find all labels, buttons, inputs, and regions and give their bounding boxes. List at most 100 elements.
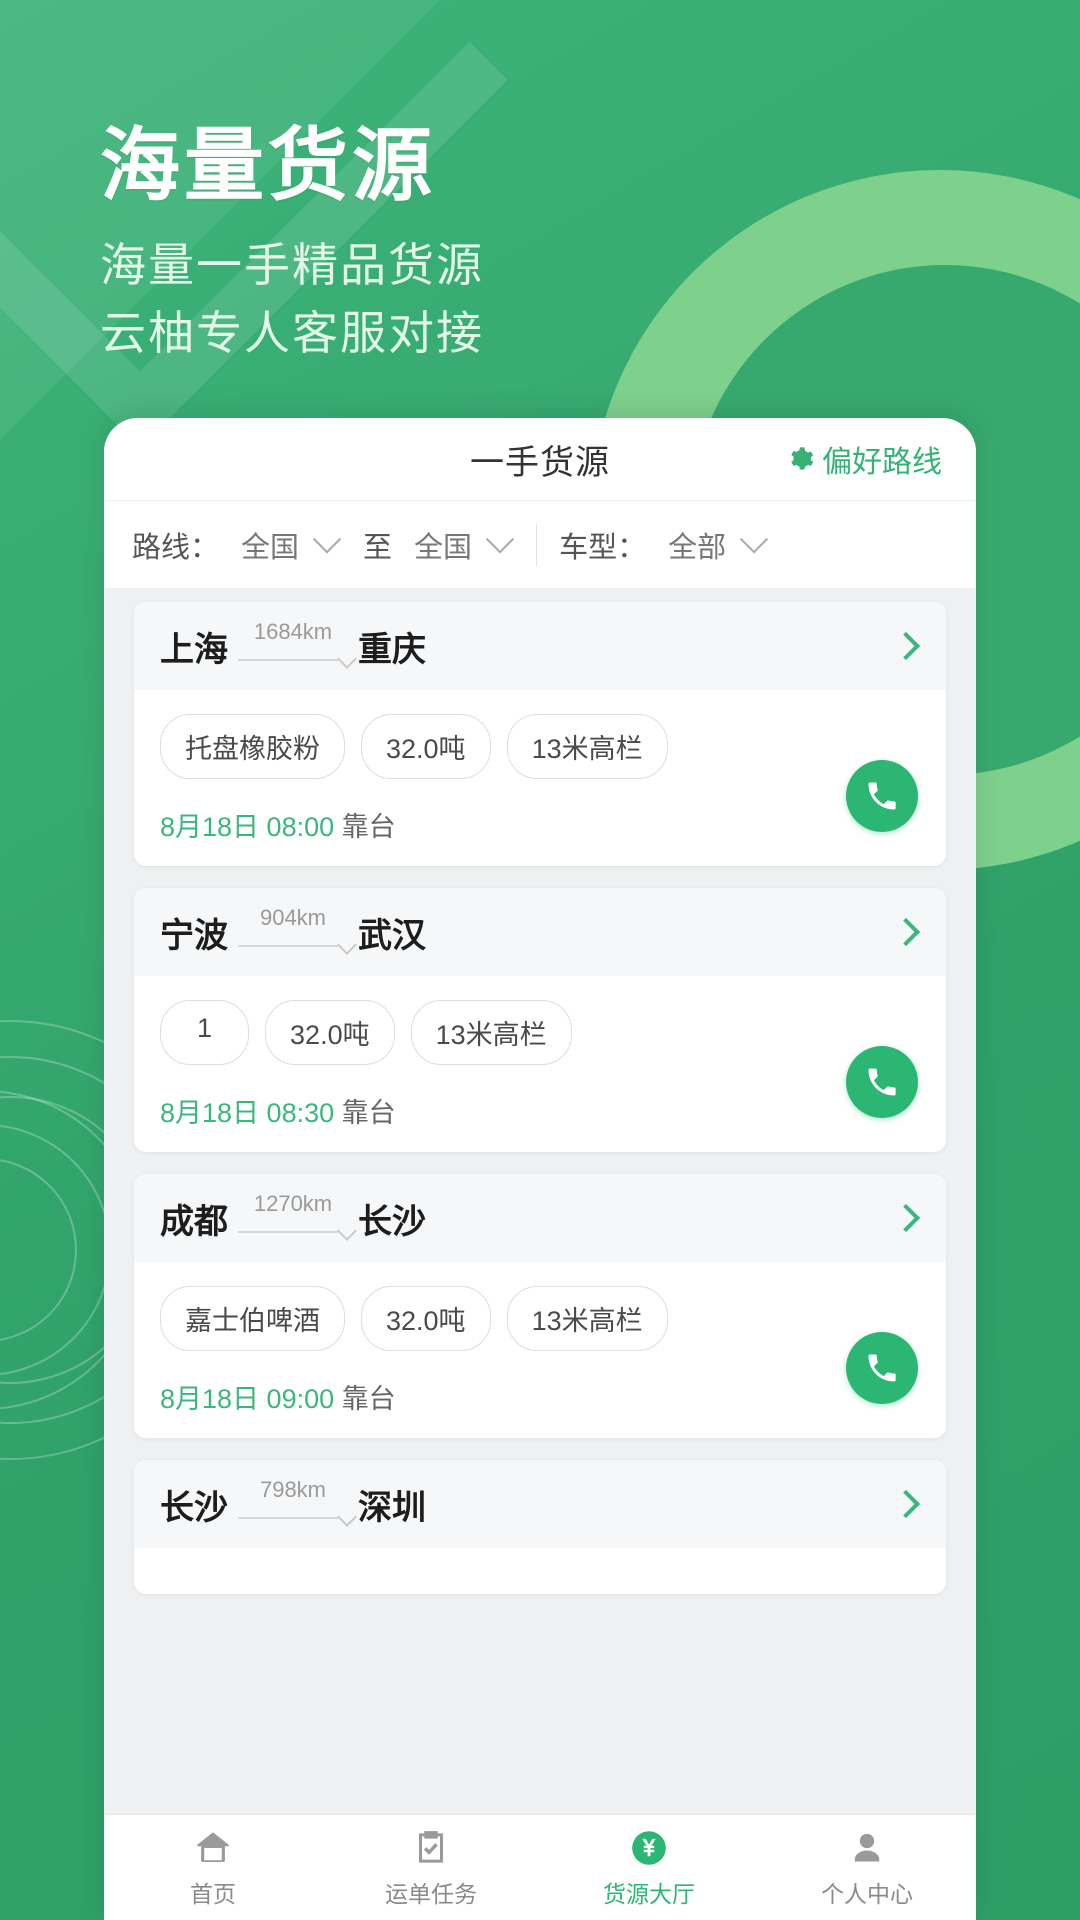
preferred-route-button[interactable]: 偏好路线 (786, 437, 942, 481)
filter-divider (536, 523, 538, 566)
route-filter-label: 路线： (132, 531, 220, 564)
route-line (238, 1231, 338, 1233)
chevron-right-icon[interactable] (891, 631, 921, 661)
cargo-tags: 嘉士伯啤酒 32.0吨 13米高栏 (160, 1286, 920, 1351)
origin-city: 上海 (160, 630, 228, 669)
promo-text-block: 海量货源 海量一手精品货源 云柚专人客服对接 (100, 121, 484, 367)
phone-icon (868, 782, 896, 810)
cargo-time-row: 8月18日 08:00 靠台 (160, 805, 920, 844)
app-header: 一手货源 偏好路线 (104, 418, 976, 500)
origin-city: 长沙 (160, 1488, 228, 1527)
chevron-right-icon[interactable] (891, 1203, 921, 1233)
route-arrow-icon (337, 935, 357, 955)
route-distance-indicator: 798km (234, 1477, 357, 1527)
cargo-card[interactable]: 上海 1684km 重庆 托盘橡胶粉 32.0吨 13米高栏 8月18日 08:… (134, 602, 946, 866)
route-to-label: 至 (363, 531, 393, 564)
cargo-card-route[interactable]: 成都 1270km 长沙 (134, 1174, 946, 1262)
call-button[interactable] (846, 1046, 918, 1118)
cargo-card-body (134, 1548, 946, 1594)
route-arrow-icon (337, 1507, 357, 1527)
route-distance: 1684km (253, 619, 333, 644)
cargo-time-suffix: 靠台 (341, 812, 396, 842)
chevron-down-icon-destination[interactable] (485, 524, 515, 553)
promo-title: 海量货源 (100, 121, 436, 210)
cargo-card-body: 嘉士伯啤酒 32.0吨 13米高栏 8月18日 09:00 靠台 (134, 1262, 946, 1438)
yuan-badge-icon (632, 1830, 666, 1865)
cargo-card-route[interactable]: 长沙 798km 深圳 (134, 1460, 946, 1548)
cargo-tag: 1 (160, 1000, 250, 1065)
cargo-card[interactable]: 长沙 798km 深圳 (134, 1460, 946, 1594)
origin-city: 宁波 (160, 916, 228, 955)
promo-subtitle: 海量一手精品货源 云柚专人客服对接 (100, 231, 484, 367)
destination-city: 重庆 (358, 630, 426, 669)
page-title: 一手货源 (470, 443, 610, 482)
filter-bar: 路线： 全国 至 全国 车型： 全部 (104, 500, 976, 588)
cargo-card-route[interactable]: 宁波 904km 武汉 (134, 888, 946, 976)
route-distance-indicator: 1270km (234, 1191, 357, 1241)
call-button[interactable] (846, 1332, 918, 1404)
destination-city: 武汉 (358, 916, 426, 955)
cargo-time: 8月18日 08:30 (160, 1098, 335, 1128)
phone-screen: 一手货源 偏好路线 路线： 全国 至 全国 车型： 全部 上海 1684km 重… (104, 418, 976, 1920)
tab-profile-label: 个人中心 (821, 1880, 913, 1907)
promo-subtitle-line-2: 云柚专人客服对接 (100, 306, 484, 359)
cargo-card-body: 1 32.0吨 13米高栏 8月18日 08:30 靠台 (134, 976, 946, 1152)
cargo-tag: 32.0吨 (265, 1000, 395, 1065)
route-line (238, 659, 338, 661)
route-distance: 904km (259, 905, 327, 930)
bottom-tab-bar: 首页 运单任务 货源大厅 个人中心 (104, 1814, 976, 1920)
tab-cargo-hall-label: 货源大厅 (603, 1880, 695, 1907)
chevron-right-icon[interactable] (891, 917, 921, 947)
person-icon (854, 1833, 880, 1861)
tab-home-label: 首页 (190, 1880, 236, 1907)
cargo-tag: 13米高栏 (506, 714, 668, 779)
destination-city: 长沙 (358, 1202, 426, 1241)
cargo-tag: 嘉士伯啤酒 (160, 1286, 345, 1351)
chevron-down-icon-vehicle[interactable] (739, 524, 769, 553)
cargo-tag: 13米高栏 (410, 1000, 572, 1065)
cargo-tags: 托盘橡胶粉 32.0吨 13米高栏 (160, 714, 920, 779)
cargo-time-suffix: 靠台 (341, 1384, 396, 1414)
cargo-time: 8月18日 09:00 (160, 1384, 335, 1414)
tab-profile[interactable]: 个人中心 (758, 1827, 976, 1909)
chevron-down-icon-origin[interactable] (312, 524, 342, 553)
cargo-card[interactable]: 宁波 904km 武汉 1 32.0吨 13米高栏 8月18日 08:30 靠台 (134, 888, 946, 1152)
origin-city: 成都 (160, 1202, 228, 1241)
cargo-list[interactable]: 上海 1684km 重庆 托盘橡胶粉 32.0吨 13米高栏 8月18日 08:… (104, 588, 976, 1814)
tab-waybill-tasks[interactable]: 运单任务 (322, 1827, 540, 1909)
cargo-tag: 托盘橡胶粉 (160, 714, 345, 779)
cargo-tag: 32.0吨 (361, 714, 491, 779)
route-distance: 798km (259, 1477, 327, 1502)
route-distance-indicator: 1684km (234, 619, 357, 669)
destination-city: 深圳 (358, 1488, 426, 1527)
cargo-tag: 13米高栏 (506, 1286, 668, 1351)
cargo-tag: 32.0吨 (361, 1286, 491, 1351)
phone-icon (868, 1354, 896, 1382)
home-icon (197, 1831, 229, 1862)
route-line (238, 1517, 338, 1519)
route-arrow-icon (337, 649, 357, 669)
chevron-right-icon[interactable] (891, 1489, 921, 1519)
cargo-card[interactable]: 成都 1270km 长沙 嘉士伯啤酒 32.0吨 13米高栏 8月18日 09:… (134, 1174, 946, 1438)
gear-icon (791, 447, 814, 470)
tab-cargo-hall[interactable]: 货源大厅 (540, 1827, 758, 1909)
cargo-tags: 1 32.0吨 13米高栏 (160, 1000, 920, 1065)
call-button[interactable] (846, 760, 918, 832)
clipboard-check-icon (419, 1830, 443, 1863)
preferred-route-label: 偏好路线 (822, 446, 942, 479)
cargo-card-route[interactable]: 上海 1684km 重庆 (134, 602, 946, 690)
vehicle-filter-value[interactable]: 全部 (668, 524, 726, 566)
promo-subtitle-line-1: 海量一手精品货源 (100, 238, 484, 291)
destination-filter-value[interactable]: 全国 (414, 524, 472, 566)
cargo-time: 8月18日 08:00 (160, 812, 335, 842)
route-arrow-icon (337, 1221, 357, 1241)
phone-icon (868, 1068, 896, 1096)
vehicle-filter-label: 车型： (559, 531, 647, 564)
cargo-card-body: 托盘橡胶粉 32.0吨 13米高栏 8月18日 08:00 靠台 (134, 690, 946, 866)
route-distance: 1270km (253, 1191, 333, 1216)
route-distance-indicator: 904km (234, 905, 357, 955)
tab-waybill-tasks-label: 运单任务 (385, 1880, 477, 1907)
origin-filter-value[interactable]: 全国 (241, 524, 299, 566)
tab-home[interactable]: 首页 (104, 1827, 322, 1909)
cargo-time-row: 8月18日 08:30 靠台 (160, 1091, 920, 1130)
